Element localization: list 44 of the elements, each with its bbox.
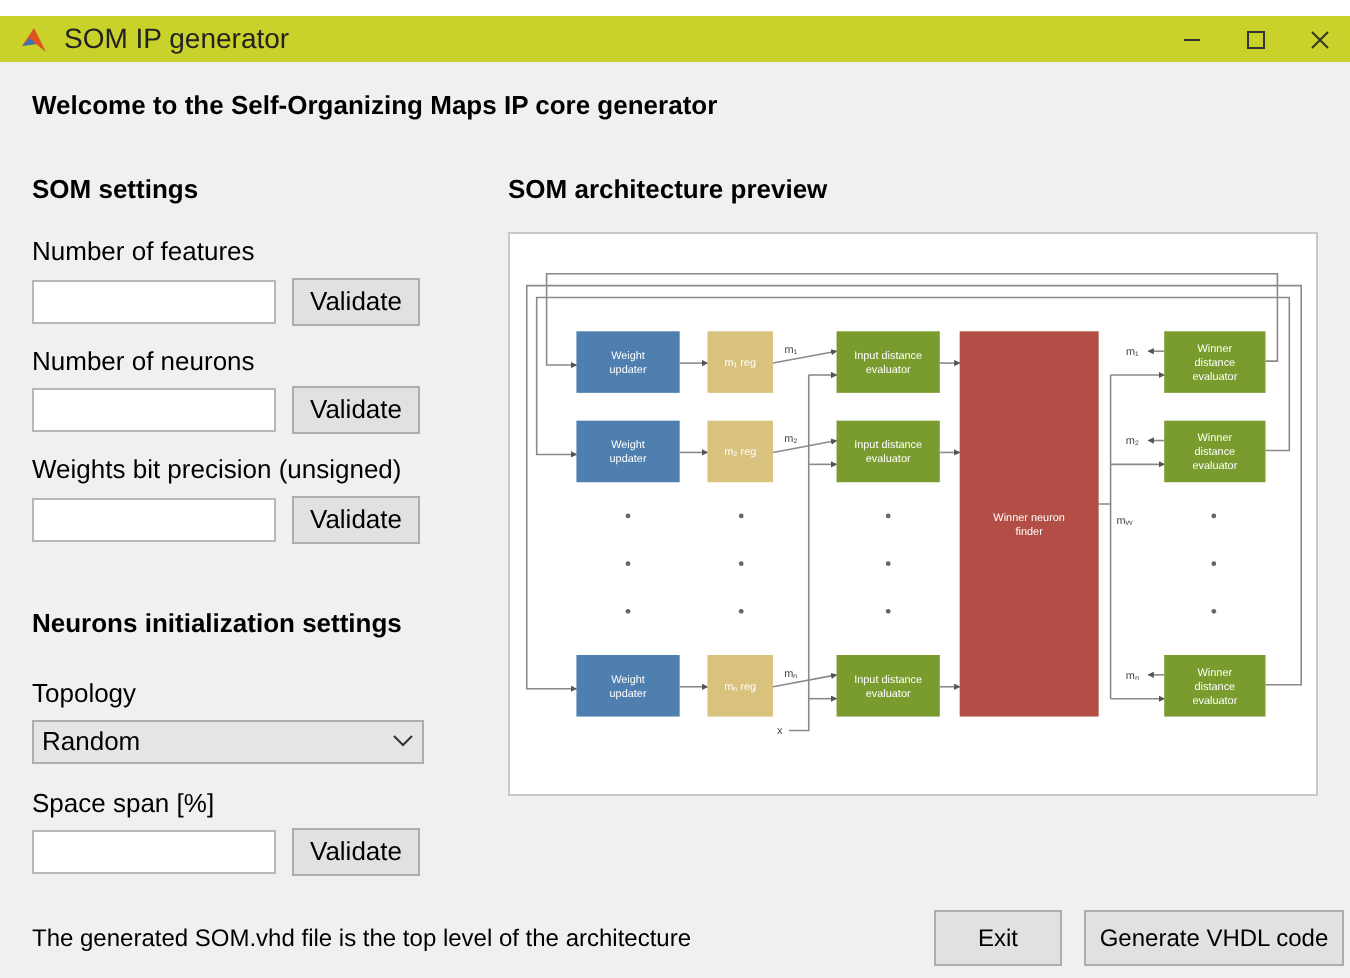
validate-button[interactable]: Validate xyxy=(292,828,420,876)
connector-arrow xyxy=(939,449,961,456)
section-heading: SOM architecture preview xyxy=(508,171,830,208)
generate-button[interactable]: Generate VHDL code xyxy=(1084,910,1344,966)
window-title: SOM IP generator xyxy=(64,20,290,58)
maximize-icon[interactable] xyxy=(1246,29,1266,49)
connector-arrow xyxy=(807,461,838,468)
chevron-down-icon xyxy=(392,734,414,748)
validate-button[interactable]: Validate xyxy=(292,277,420,325)
connector-arrow xyxy=(1147,348,1165,355)
field-label: Space span [%] xyxy=(32,785,217,822)
connector-arrow xyxy=(772,438,838,454)
input-field[interactable] xyxy=(32,830,276,874)
exit-button[interactable]: Exit xyxy=(934,910,1062,966)
input-field[interactable] xyxy=(32,279,276,323)
connector-arrow xyxy=(678,449,709,456)
section-heading: SOM settings xyxy=(32,171,201,208)
connector-arrow xyxy=(772,349,838,364)
welcome-heading: Welcome to the Self-Organizing Maps IP core generator xyxy=(32,88,720,124)
validate-button[interactable]: Validate xyxy=(292,386,420,434)
connector-arrow xyxy=(1109,461,1165,468)
topology-dropdown[interactable]: Random xyxy=(32,719,424,763)
connector-arrow xyxy=(772,672,838,688)
section-heading: Neurons initialization settings xyxy=(32,605,404,642)
close-icon[interactable] xyxy=(1310,29,1330,49)
connector-arrow xyxy=(1109,695,1165,702)
connector-arrow xyxy=(1147,437,1165,444)
input-field[interactable] xyxy=(32,388,276,432)
logo-icon xyxy=(20,25,48,53)
field-label: Topology xyxy=(32,676,139,712)
connector-arrow xyxy=(939,683,961,690)
field-label: Number of features xyxy=(32,234,257,270)
connector-arrow xyxy=(807,695,838,702)
field-label: Number of neurons xyxy=(32,343,257,379)
field-label: Weights bit precision (unsigned) xyxy=(32,452,404,488)
input-field[interactable] xyxy=(32,497,276,541)
connector-arrow xyxy=(939,359,961,367)
connector-arrow xyxy=(1109,371,1165,379)
footer-note: The generated SOM.vhd file is the top level of the architecture xyxy=(32,922,692,956)
connector-arrow xyxy=(678,359,709,367)
connector-arrow xyxy=(1147,671,1165,679)
connector-arrow xyxy=(678,683,709,690)
validate-button[interactable]: Validate xyxy=(292,495,420,543)
connector-arrow xyxy=(807,371,838,379)
